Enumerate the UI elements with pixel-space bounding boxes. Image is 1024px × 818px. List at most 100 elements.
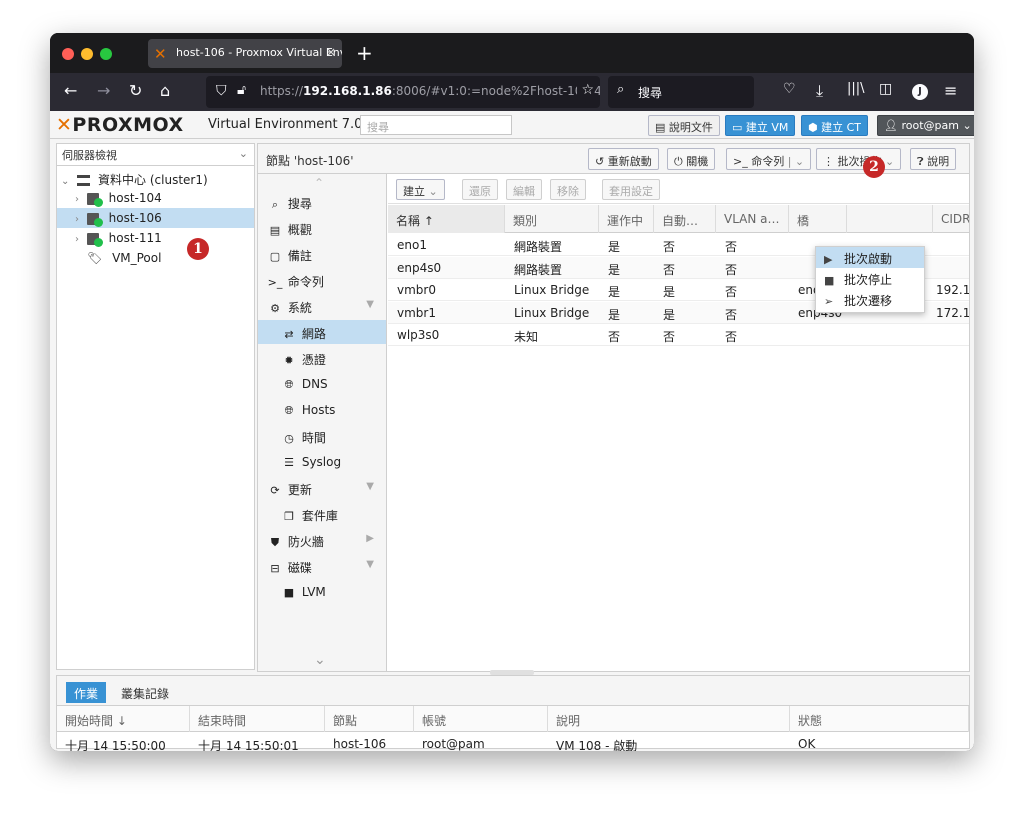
terminal-icon: >_ <box>733 155 752 168</box>
help-button[interactable]: ❓︎ 說明 <box>910 148 957 170</box>
menu-item-hosts[interactable]: 🌐︎ Hosts <box>258 398 386 422</box>
column-header-status[interactable]: 狀態 <box>790 706 969 732</box>
shell-button[interactable]: >_ 命令列 | ⌄ <box>726 148 812 170</box>
forward-arrow-icon[interactable]: → <box>97 81 110 100</box>
menu-item-network[interactable]: ⇄ 網路 <box>258 320 386 344</box>
tree-item-pool[interactable]: 🏷︎ VM_Pool <box>57 248 254 268</box>
tab-close-icon[interactable]: × <box>326 45 336 59</box>
revert-button[interactable]: 還原 <box>462 179 498 200</box>
global-search-input[interactable]: 搜尋 <box>360 115 512 135</box>
create-vm-button[interactable]: ▭ 建立 VM <box>725 115 796 136</box>
menu-item-disks[interactable]: ⊟ 磁碟 ▼ <box>258 554 386 578</box>
close-window-button[interactable] <box>62 48 74 60</box>
column-header-type[interactable]: 類別 <box>505 205 599 233</box>
chevron-down-icon: ⌄ <box>238 147 248 160</box>
table-cell: 否 <box>608 330 621 344</box>
column-header-vlan[interactable]: VLAN a… <box>716 205 789 233</box>
reboot-button[interactable]: ↺ 重新啟動 <box>588 148 659 170</box>
menu-item-shell[interactable]: >_ 命令列 <box>258 268 386 292</box>
column-header-description[interactable]: 說明 <box>548 706 790 732</box>
library-icon[interactable]: |||\ <box>847 81 865 96</box>
create-ct-button[interactable]: ⬢ 建立 CT <box>801 115 869 136</box>
menu-item-repositories[interactable]: ❐ 套件庫 <box>258 502 386 526</box>
download-icon[interactable]: ⤓ <box>816 81 823 101</box>
account-avatar[interactable]: J <box>912 84 928 100</box>
column-header-user[interactable]: 帳號 <box>414 706 548 732</box>
column-header-autostart[interactable]: 自動… <box>654 205 716 233</box>
chevron-down-icon: | ⌄ <box>784 155 805 168</box>
docs-button[interactable]: ▤ 說明文件 <box>648 115 720 136</box>
shutdown-button[interactable]: ⏻ 關機 <box>667 148 716 170</box>
server-online-icon <box>86 232 103 247</box>
menu-item-dns[interactable]: 🌐︎ DNS <box>258 372 386 396</box>
scroll-up-icon[interactable]: ⌃ <box>314 176 324 190</box>
browser-window: ✕ host-106 - Proxmox Virtual Envi × + ← … <box>50 33 974 751</box>
edit-button[interactable]: 編輯 <box>506 179 542 200</box>
menu-item-search[interactable]: ⌕ 搜尋 <box>258 190 386 214</box>
view-selector[interactable]: 伺服器檢視 ⌄ <box>57 144 254 166</box>
menu-item-system[interactable]: ⚙ 系統 ▼ <box>258 294 386 318</box>
table-cell: 網路裝置 <box>514 240 563 254</box>
zoom-window-button[interactable] <box>100 48 112 60</box>
menu-item-updates[interactable]: ⟳ 更新 ▼ <box>258 476 386 500</box>
menu-item-bulk-migrate[interactable]: ➢ 批次遷移 <box>816 289 924 310</box>
column-header-active[interactable]: 運作中 <box>599 205 654 233</box>
bookmark-star-icon[interactable]: ☆ <box>577 82 594 98</box>
table-row[interactable]: wlp3s0 未知 否 否 否 <box>388 324 969 346</box>
tree-item-host-106[interactable]: › host-106 <box>57 208 254 228</box>
table-cell: 否 <box>725 307 738 322</box>
minimize-window-button[interactable] <box>81 48 93 60</box>
menu-item-firewall[interactable]: ⛊ 防火牆 ▶ <box>258 528 386 552</box>
tab-tasks[interactable]: 作業 <box>66 682 107 703</box>
new-tab-button[interactable]: + <box>356 41 373 65</box>
log-row[interactable]: 十月 14 15:50:00 十月 14 15:50:01 host-106 root… <box>57 733 969 751</box>
menu-item-bulk-start[interactable]: ▶ 批次啟動 <box>816 247 924 268</box>
tree-item-host-104[interactable]: › host-104 <box>57 188 254 208</box>
table-cell: Linux Bridge <box>514 283 590 297</box>
shield-icon[interactable]: ⛉ <box>216 83 227 99</box>
scroll-down-icon[interactable]: ⌄ <box>314 652 326 668</box>
menu-item-certificates[interactable]: ✹ 憑證 <box>258 346 386 370</box>
column-header-start-time[interactable]: 開始時間 ↓ <box>57 706 190 732</box>
menu-item-bulk-stop[interactable]: ■ 批次停止 <box>816 268 924 289</box>
home-icon[interactable]: ⌂ <box>160 81 170 100</box>
table-cell: Linux Bridge <box>514 305 590 320</box>
user-menu-button[interactable]: 👤︎ root@pam ⌄ <box>877 115 974 136</box>
browser-tab[interactable]: ✕ host-106 - Proxmox Virtual Envi × <box>148 39 342 68</box>
apply-config-button[interactable]: 套用設定 <box>602 179 660 200</box>
column-header-end-time[interactable]: 結束時間 <box>190 706 325 732</box>
tab-cluster-log[interactable]: 叢集記錄 <box>113 682 177 703</box>
tree-item-datacenter[interactable]: ⌄ 資料中心 (cluster1) <box>57 168 254 188</box>
pocket-icon[interactable]: ♡ <box>783 81 796 97</box>
column-header-ports[interactable]: 橋 <box>789 205 847 233</box>
table-cell: 是 <box>608 262 621 277</box>
reload-icon[interactable]: ↻ <box>129 81 142 100</box>
table-cell: vmbr0 <box>397 283 436 297</box>
column-header-cidr[interactable]: CIDR <box>933 205 969 233</box>
url-bar[interactable]: ⛉ 🔓︎ https://192.168.1.86:8006/#v1:0:=no… <box>206 76 600 108</box>
browser-search-bar[interactable]: ⌕ 搜尋 <box>608 76 754 108</box>
hamburger-menu-icon[interactable]: ≡ <box>944 81 957 100</box>
menu-item-time[interactable]: ◷ 時間 <box>258 424 386 448</box>
cube-icon: ⬢ <box>808 121 822 134</box>
node-menu: ⌃ ⌕ 搜尋 ▤ 概觀 ▢ 備註 >_ 命令列 ⚙ 系統 ▼ ⇄ 網路 ✹ 憑證 … <box>258 174 387 671</box>
column-header-name[interactable]: 名稱 ↑ <box>388 205 505 233</box>
menu-item-lvm[interactable]: ■ LVM <box>258 580 386 604</box>
remove-button[interactable]: 移除 <box>550 179 586 200</box>
chevron-down-icon: ⌄ <box>958 119 972 132</box>
create-button[interactable]: 建立 ⌄ <box>396 179 445 200</box>
menu-item-notes[interactable]: ▢ 備註 <box>258 242 386 266</box>
table-cell: vmbr1 <box>397 305 436 320</box>
back-arrow-icon[interactable]: ← <box>64 81 77 100</box>
column-header-node[interactable]: 節點 <box>325 706 414 732</box>
chevron-down-icon: ▼ <box>366 559 374 570</box>
tree-item-host-111[interactable]: › host-111 <box>57 228 254 248</box>
certificate-icon: ✹ <box>284 354 294 367</box>
menu-item-summary[interactable]: ▤ 概觀 <box>258 216 386 240</box>
sidebar-toggle-icon[interactable]: ◫ <box>879 81 892 97</box>
url-host: 192.168.1.86 <box>303 84 392 98</box>
menu-item-syslog[interactable]: ☰ Syslog <box>258 450 386 474</box>
bulk-actions-button[interactable]: ⋮ 批次操作 ⌄ <box>816 148 902 170</box>
column-header-blank[interactable] <box>847 205 933 233</box>
lock-icon[interactable]: 🔓︎ <box>237 82 246 98</box>
